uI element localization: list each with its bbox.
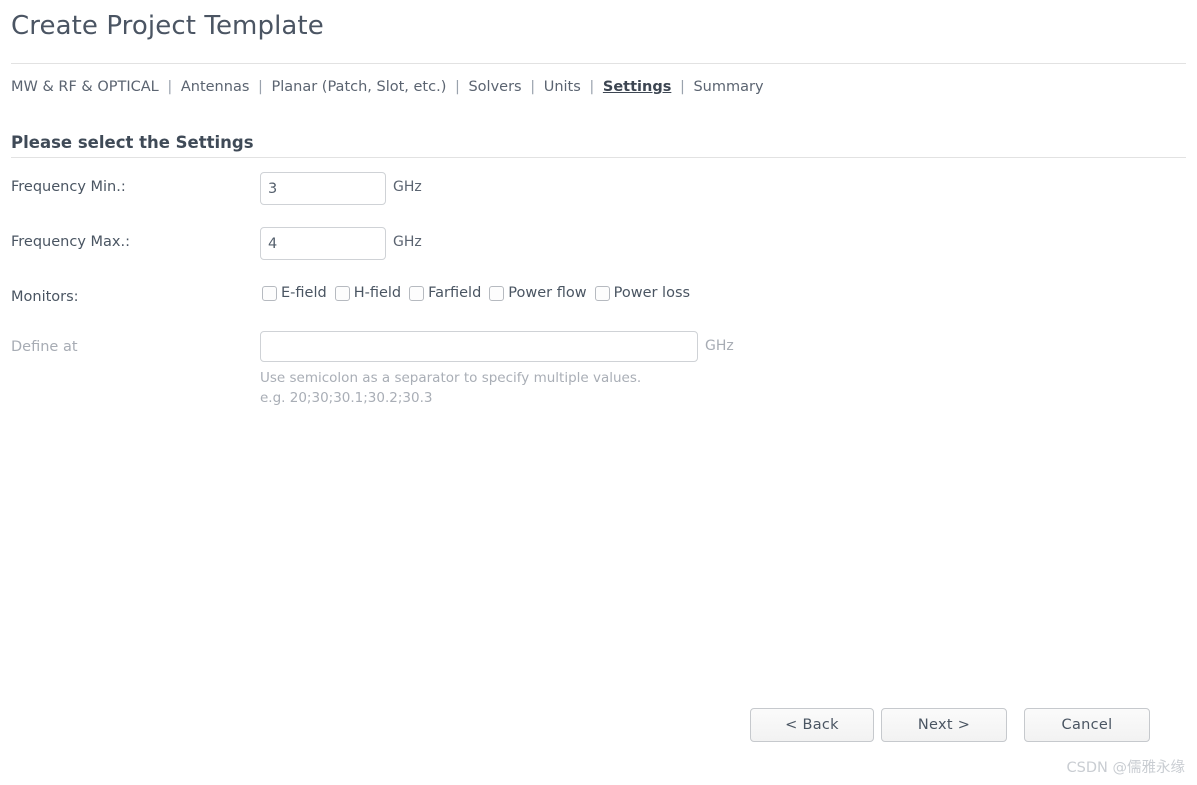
breadcrumb-separator: | — [167, 79, 173, 95]
frequency-min-input[interactable] — [260, 172, 386, 205]
breadcrumb-item-units[interactable]: Units — [544, 79, 581, 95]
cancel-button[interactable]: Cancel — [1024, 708, 1150, 742]
define-at-helper-text: Use semicolon as a separator to specify … — [260, 368, 641, 408]
define-at-unit: GHz — [705, 338, 734, 354]
define-at-helper-line-1: Use semicolon as a separator to specify … — [260, 370, 642, 386]
define-at-helper-line-2: e.g. 20;30;30.1;30.2;30.3 — [260, 390, 433, 406]
section-divider — [11, 157, 1186, 158]
monitors-checkbox-group: E-field H-field Farfield Power flow Powe… — [262, 285, 690, 301]
next-button[interactable]: Next > — [881, 708, 1007, 742]
breadcrumb-item-solvers[interactable]: Solvers — [468, 79, 521, 95]
checkbox-icon[interactable] — [409, 285, 425, 301]
monitor-checkbox-power-loss[interactable]: Power loss — [594, 285, 691, 301]
monitor-label-farfield: Farfield — [428, 285, 482, 301]
frequency-max-label: Frequency Max.: — [11, 234, 130, 250]
create-project-template-wizard: Create Project Template MW & RF & OPTICA… — [0, 0, 1197, 785]
define-at-label: Define at — [11, 339, 78, 355]
breadcrumb-item-settings[interactable]: Settings — [603, 79, 671, 95]
breadcrumb-separator: | — [258, 79, 263, 95]
breadcrumb-item-summary[interactable]: Summary — [693, 79, 763, 95]
monitor-label-power-loss: Power loss — [613, 285, 691, 301]
define-at-input[interactable] — [260, 331, 698, 362]
monitors-label: Monitors: — [11, 289, 79, 305]
frequency-min-unit: GHz — [393, 179, 422, 195]
back-button[interactable]: < Back — [750, 708, 874, 742]
frequency-min-label: Frequency Min.: — [11, 179, 126, 195]
breadcrumb-item-antennas[interactable]: Antennas — [181, 79, 250, 95]
page-title: Create Project Template — [11, 11, 324, 41]
breadcrumb: MW & RF & OPTICAL | Antennas | Planar (P… — [11, 77, 764, 97]
checkbox-icon[interactable] — [262, 285, 277, 301]
frequency-max-unit: GHz — [393, 234, 422, 250]
breadcrumb-separator: | — [679, 79, 685, 95]
section-heading: Please select the Settings — [11, 133, 254, 152]
monitor-checkbox-power-flow[interactable]: Power flow — [489, 285, 587, 301]
watermark: CSDN @儒雅永缘 — [1066, 760, 1185, 776]
monitor-label-e-field: E-field — [281, 285, 327, 301]
monitor-checkbox-farfield[interactable]: Farfield — [409, 285, 481, 301]
title-divider — [11, 63, 1186, 64]
breadcrumb-item-mw-rf-optical[interactable]: MW & RF & OPTICAL — [11, 79, 159, 95]
checkbox-icon[interactable] — [594, 285, 610, 301]
breadcrumb-separator: | — [530, 79, 536, 95]
checkbox-icon[interactable] — [334, 285, 350, 301]
monitor-label-h-field: H-field — [353, 285, 402, 301]
monitor-label-power-flow: Power flow — [508, 285, 587, 301]
breadcrumb-item-planar[interactable]: Planar (Patch, Slot, etc.) — [272, 79, 447, 95]
monitor-checkbox-e-field[interactable]: E-field — [262, 285, 327, 301]
checkbox-icon[interactable] — [489, 285, 505, 301]
breadcrumb-separator: | — [589, 79, 595, 95]
frequency-max-input[interactable] — [260, 227, 386, 260]
breadcrumb-separator: | — [454, 79, 460, 95]
monitor-checkbox-h-field[interactable]: H-field — [334, 285, 402, 301]
